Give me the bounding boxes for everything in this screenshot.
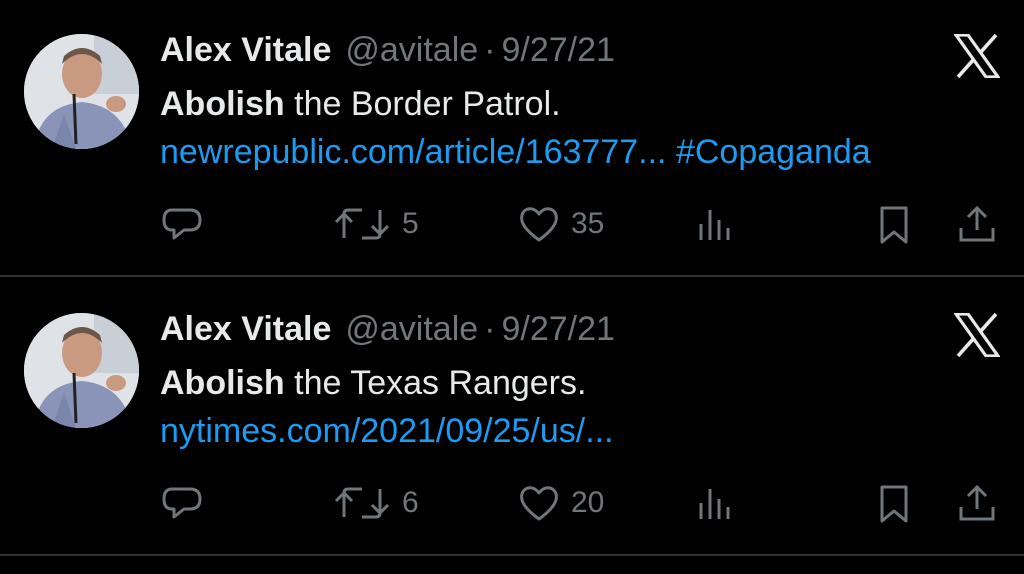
retweet-icon — [334, 487, 390, 519]
like-count: 35 — [571, 207, 605, 240]
x-logo-icon[interactable] — [954, 313, 1000, 357]
author-name[interactable]: Alex Vitale — [160, 26, 331, 74]
tweet-header: Alex Vitale @avitale · 9/27/21 — [160, 305, 615, 353]
retweet-button[interactable]: 6 — [332, 475, 419, 531]
views-icon — [699, 489, 730, 519]
avatar-photo — [24, 313, 139, 428]
tweet-text-plain: the Border Patrol. — [284, 85, 561, 123]
author-handle[interactable]: @avitale — [345, 305, 478, 353]
reply-button[interactable] — [160, 475, 204, 531]
tweet-link[interactable]: newrepublic.com/article/163777... — [160, 133, 667, 171]
avatar[interactable] — [24, 313, 139, 428]
avatar[interactable] — [24, 34, 139, 149]
tweet[interactable]: Alex Vitale @avitale · 9/27/21 Abolish t… — [0, 0, 1024, 277]
heart-icon — [520, 207, 558, 242]
share-button[interactable] — [955, 475, 999, 531]
tweet-date[interactable]: 9/27/21 — [502, 26, 615, 74]
tweet-text-bold: Abolish — [160, 364, 285, 402]
bookmark-icon — [880, 485, 908, 523]
tweet-hashtag[interactable]: #Copaganda — [667, 133, 871, 171]
retweet-count: 5 — [402, 207, 419, 240]
avatar-photo — [24, 34, 139, 149]
tweet-text-plain: the Texas Rangers. — [284, 364, 587, 402]
x-logo-icon[interactable] — [954, 34, 1000, 78]
bookmark-button[interactable] — [872, 475, 916, 531]
bookmark-icon — [880, 206, 908, 244]
bookmark-button[interactable] — [872, 196, 916, 252]
views-button[interactable] — [692, 196, 736, 252]
tweet-feed: Alex Vitale @avitale · 9/27/21 Abolish t… — [0, 0, 1024, 574]
share-icon — [959, 205, 995, 242]
tweet-actions: 6 20 — [160, 475, 1000, 531]
like-count: 20 — [571, 486, 605, 519]
like-button[interactable]: 20 — [517, 475, 604, 531]
tweet-text-bold: Abolish — [160, 85, 285, 123]
author-handle[interactable]: @avitale — [345, 26, 478, 74]
tweet-header: Alex Vitale @avitale · 9/27/21 — [160, 26, 615, 74]
heart-icon — [520, 486, 558, 521]
tweet-link[interactable]: nytimes.com/2021/09/25/us/... — [160, 412, 614, 450]
like-button[interactable]: 35 — [517, 196, 604, 252]
retweet-icon — [334, 208, 390, 240]
author-name[interactable]: Alex Vitale — [160, 305, 331, 353]
views-button[interactable] — [692, 475, 736, 531]
separator-dot: · — [484, 310, 496, 348]
retweet-button[interactable]: 5 — [332, 196, 419, 252]
tweet-text: Abolish the Texas Rangers. nytimes.com/2… — [160, 359, 980, 455]
tweet[interactable]: Alex Vitale @avitale · 9/27/21 Abolish t… — [0, 279, 1024, 556]
tweet-text: Abolish the Border Patrol. newrepublic.c… — [160, 80, 980, 176]
reply-icon — [162, 208, 202, 240]
tweet-date[interactable]: 9/27/21 — [502, 305, 615, 353]
reply-button[interactable] — [160, 196, 204, 252]
share-icon — [959, 484, 995, 521]
separator-dot: · — [484, 31, 496, 69]
share-button[interactable] — [955, 196, 999, 252]
reply-icon — [162, 487, 202, 519]
views-icon — [699, 210, 730, 240]
tweet-actions: 5 35 — [160, 196, 1000, 252]
retweet-count: 6 — [402, 486, 419, 519]
